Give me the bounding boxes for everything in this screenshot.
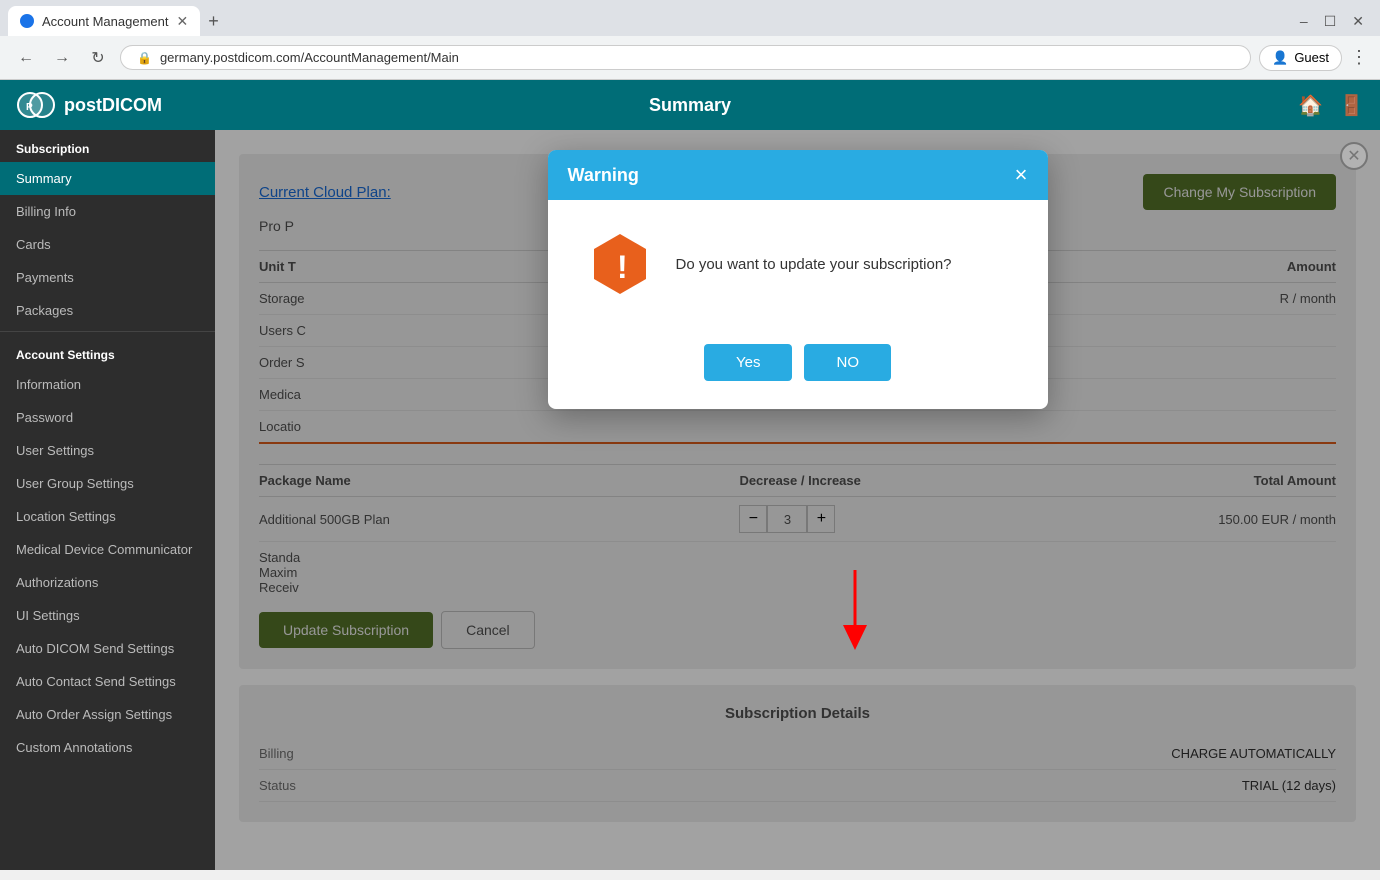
svg-text:P: P <box>26 102 33 113</box>
modal-header: Warning × <box>548 150 1048 200</box>
sidebar-item-custom-annotations[interactable]: Custom Annotations <box>0 731 215 764</box>
no-button[interactable]: NO <box>804 344 891 381</box>
modal-overlay: Warning × ! Do you want to update your s… <box>215 130 1380 870</box>
page-title: Summary <box>649 95 731 116</box>
new-tab-button[interactable]: + <box>200 11 227 32</box>
browser-chrome: Account Management ✕ + – ☐ ✕ ← → ↻ 🔒 ger… <box>0 0 1380 80</box>
minimize-button[interactable]: – <box>1300 13 1308 30</box>
app-header: P postDICOM Summary 🏠 🚪 <box>0 80 1380 130</box>
sidebar-item-auto-order-assign-settings[interactable]: Auto Order Assign Settings <box>0 698 215 731</box>
sidebar-item-user-group-settings[interactable]: User Group Settings <box>0 467 215 500</box>
sidebar-item-auto-contact-send-settings[interactable]: Auto Contact Send Settings <box>0 665 215 698</box>
svg-text:!: ! <box>617 249 628 285</box>
sidebar-item-password[interactable]: Password <box>0 401 215 434</box>
modal-close-button[interactable]: × <box>1015 164 1028 186</box>
address-text: germany.postdicom.com/AccountManagement/… <box>160 50 459 65</box>
tab-title: Account Management <box>42 14 168 29</box>
exit-icon[interactable]: 🚪 <box>1339 93 1364 118</box>
app-body: Subscription Summary Billing Info Cards … <box>0 130 1380 870</box>
profile-button[interactable]: 👤 Guest <box>1259 45 1342 71</box>
modal-footer: Yes NO <box>548 328 1048 409</box>
red-arrow <box>835 570 875 650</box>
yes-button[interactable]: Yes <box>704 344 792 381</box>
sidebar-item-cards[interactable]: Cards <box>0 228 215 261</box>
app-container: P postDICOM Summary 🏠 🚪 Subscription Sum… <box>0 80 1380 870</box>
subscription-section-title: Subscription <box>0 130 215 162</box>
sidebar-item-auto-dicom-send-settings[interactable]: Auto DICOM Send Settings <box>0 632 215 665</box>
header-icons: 🏠 🚪 <box>1298 93 1364 118</box>
browser-tab[interactable]: Account Management ✕ <box>8 6 200 36</box>
modal-message: Do you want to update your subscription? <box>676 256 952 273</box>
refresh-button[interactable]: ↻ <box>84 44 112 72</box>
main-content: Current Cloud Plan: Change My Subscripti… <box>215 130 1380 870</box>
browser-window-controls: – ☐ ✕ <box>1300 13 1380 30</box>
browser-tab-bar: Account Management ✕ + – ☐ ✕ <box>0 0 1380 36</box>
sidebar-item-ui-settings[interactable]: UI Settings <box>0 599 215 632</box>
address-bar[interactable]: 🔒 germany.postdicom.com/AccountManagemen… <box>120 45 1251 70</box>
modal-body: ! Do you want to update your subscriptio… <box>548 200 1048 328</box>
maximize-button[interactable]: ☐ <box>1324 13 1337 30</box>
browser-menu-button[interactable]: ⋮ <box>1350 47 1368 68</box>
profile-label: Guest <box>1294 50 1329 65</box>
back-button[interactable]: ← <box>12 44 40 72</box>
modal-title: Warning <box>568 165 639 186</box>
logo-icon: P <box>16 87 56 123</box>
home-icon[interactable]: 🏠 <box>1298 93 1323 118</box>
sidebar-item-user-settings[interactable]: User Settings <box>0 434 215 467</box>
sidebar-item-billing-info[interactable]: Billing Info <box>0 195 215 228</box>
tab-close-button[interactable]: ✕ <box>176 13 188 30</box>
sidebar-item-summary[interactable]: Summary <box>0 162 215 195</box>
sidebar: Subscription Summary Billing Info Cards … <box>0 130 215 870</box>
forward-button[interactable]: → <box>48 44 76 72</box>
warning-icon: ! <box>588 232 652 296</box>
sidebar-item-packages[interactable]: Packages <box>0 294 215 327</box>
sidebar-item-location-settings[interactable]: Location Settings <box>0 500 215 533</box>
sidebar-item-authorizations[interactable]: Authorizations <box>0 566 215 599</box>
logo: P postDICOM <box>16 87 162 123</box>
lock-icon: 🔒 <box>137 51 152 65</box>
browser-toolbar: ← → ↻ 🔒 germany.postdicom.com/AccountMan… <box>0 36 1380 80</box>
account-section-title: Account Settings <box>0 336 215 368</box>
logo-text: postDICOM <box>64 95 162 116</box>
sidebar-item-medical-device-communicator[interactable]: Medical Device Communicator <box>0 533 215 566</box>
profile-icon: 👤 <box>1272 50 1288 66</box>
tab-favicon <box>20 14 34 28</box>
warning-modal: Warning × ! Do you want to update your s… <box>548 150 1048 409</box>
sidebar-divider-1 <box>0 331 215 332</box>
sidebar-item-payments[interactable]: Payments <box>0 261 215 294</box>
close-window-button[interactable]: ✕ <box>1352 13 1364 30</box>
sidebar-item-information[interactable]: Information <box>0 368 215 401</box>
